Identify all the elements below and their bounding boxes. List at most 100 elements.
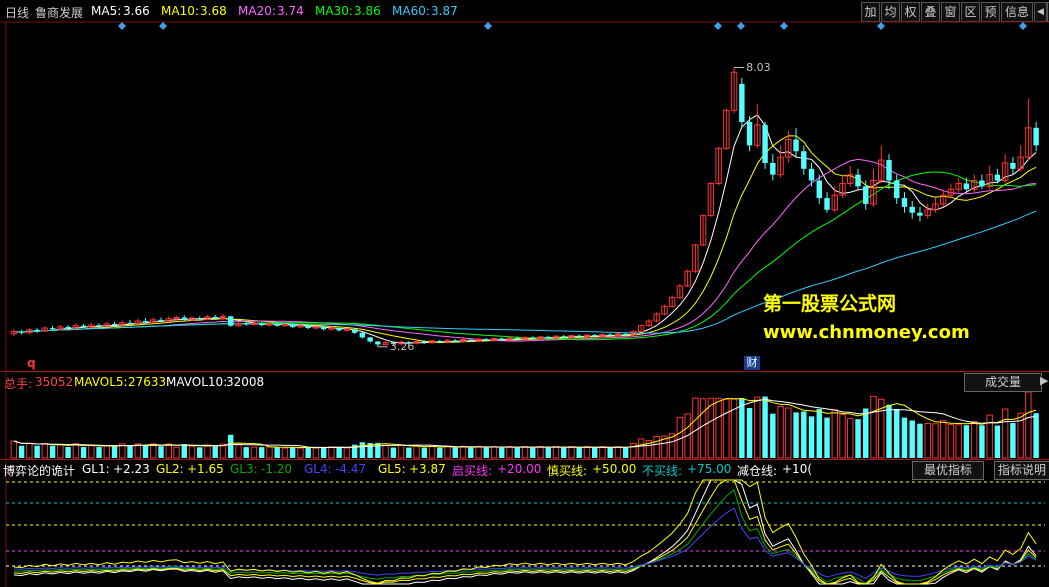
- candle-body: [622, 333, 629, 336]
- volume-bar: [328, 446, 335, 459]
- volume-bar: [591, 447, 598, 458]
- volume-bar: [576, 447, 582, 458]
- volume-bar: [336, 446, 342, 458]
- volume-bar: [963, 425, 970, 458]
- candle-body: [197, 318, 203, 320]
- indicator-explain-button[interactable]: 指标说明: [994, 461, 1049, 480]
- financial-report-marker[interactable]: 财: [744, 356, 760, 370]
- candle-body: [375, 341, 381, 345]
- volume-bar: [49, 445, 56, 458]
- volume-bar: [343, 447, 351, 459]
- candle-body: [793, 139, 799, 152]
- event-marker-icon: [737, 22, 745, 30]
- volume-bar: [986, 414, 993, 459]
- volume-bar: [250, 446, 258, 459]
- volume-bar: [382, 444, 389, 459]
- candle-body: [142, 321, 149, 323]
- volume-bar: [312, 447, 320, 459]
- volume-bar: [289, 447, 296, 458]
- volume-bar: [111, 446, 118, 458]
- candle-body: [816, 180, 822, 199]
- candle-body: [18, 331, 25, 333]
- best-indicator-button[interactable]: 最优指标: [912, 461, 984, 480]
- low-price-label: 3.26: [389, 339, 415, 353]
- candle-body: [468, 339, 474, 341]
- candle-body: [1033, 127, 1039, 146]
- candle-body: [34, 329, 40, 331]
- candle-body: [576, 335, 582, 337]
- indicator-item-label: GL3:: [230, 462, 258, 476]
- mavol5-label: MAVOL5:: [74, 375, 128, 389]
- indicator-item-value: +10(: [782, 462, 813, 476]
- volume-bar: [901, 417, 908, 458]
- candle-body: [111, 323, 118, 326]
- volume-bar: [808, 416, 815, 458]
- volume-bar: [88, 444, 95, 459]
- volume-bar: [855, 419, 861, 458]
- mavol10-label: MAVOL10:: [166, 375, 228, 389]
- indicator-item-label: GL5:: [378, 462, 406, 476]
- event-marker-icon: [714, 22, 722, 30]
- candle-body: [863, 186, 869, 204]
- volume-label: 总手:: [4, 377, 33, 391]
- candle-body: [746, 121, 753, 146]
- volume-bar: [359, 442, 366, 458]
- candle-body: [561, 336, 567, 338]
- candle-body: [886, 160, 892, 181]
- indicator-item-label: GL2:: [156, 462, 184, 476]
- candle-body: [127, 322, 133, 324]
- candle-body: [305, 325, 311, 329]
- volume-bar: [96, 447, 102, 458]
- volume-bar: [863, 408, 869, 458]
- panel-divider: [0, 459, 1049, 460]
- volume-bar: [530, 447, 536, 458]
- volume-bar: [41, 442, 49, 459]
- volume-bar: [770, 413, 776, 458]
- volume-bar: [34, 445, 40, 458]
- indicator-item-label: 慎买线:: [547, 464, 588, 478]
- candle-body: [917, 212, 923, 216]
- volume-indicator-button[interactable]: 成交量: [964, 373, 1042, 392]
- volume-bar: [10, 440, 18, 459]
- indicator-item-label: 减仓线:: [737, 464, 778, 478]
- event-marker-icon: [118, 22, 126, 30]
- event-marker-icon: [159, 22, 167, 30]
- event-marker-icon: [877, 22, 885, 30]
- volume-bar: [428, 445, 436, 459]
- volume-bar: [483, 447, 489, 458]
- volume-bar: [499, 447, 505, 458]
- volume-bar: [847, 418, 854, 459]
- volume-bar: [437, 447, 443, 458]
- volume-bar: [599, 446, 606, 459]
- candle-body: [808, 168, 815, 181]
- candle-body: [963, 183, 970, 190]
- watermark-title: 第一股票公式网: [763, 293, 897, 315]
- volume-bar: [637, 438, 645, 459]
- volume-bar: [947, 424, 955, 459]
- candle-body: [994, 174, 1001, 181]
- indicator-header: 博弈论的诡计 GL1: +2.23 GL2: +1.65 GL3: -1.20 GL4: -4…: [0, 461, 1049, 479]
- high-price-label: 8.03: [746, 60, 771, 74]
- volume-bar: [165, 443, 172, 459]
- indicator-item-value: +3.87: [409, 462, 446, 476]
- volume-nav-arrow[interactable]: ▶: [1040, 374, 1048, 387]
- volume-bar: [475, 445, 482, 459]
- candle-body: [894, 180, 900, 199]
- volume-bar: [406, 447, 412, 458]
- volume-bar: [831, 409, 838, 459]
- candle-body: [739, 83, 745, 122]
- volume-bar: [320, 447, 327, 458]
- candle-body: [545, 336, 551, 338]
- volume-bar: [521, 446, 529, 459]
- volume-bar: [26, 442, 33, 459]
- indicator-item-label: GL1:: [82, 462, 110, 476]
- volume-bar: [150, 443, 157, 459]
- candle-body: [855, 174, 861, 187]
- indicator-item-value: +20.00: [497, 462, 542, 476]
- volume-bar: [785, 407, 792, 459]
- candle-body: [909, 206, 915, 213]
- candle-body: [421, 341, 428, 343]
- volume-bar: [142, 445, 149, 458]
- volume-bar: [894, 409, 900, 458]
- volume-bar: [545, 447, 551, 458]
